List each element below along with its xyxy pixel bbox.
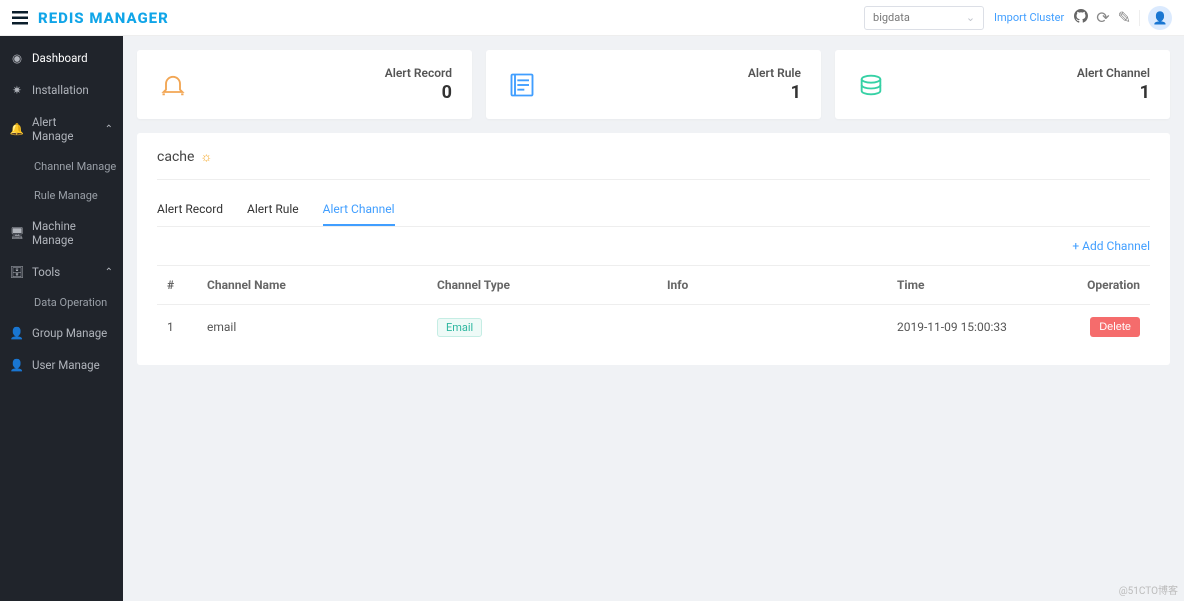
list-box-icon: [506, 69, 538, 101]
table-header-row: # Channel Name Channel Type Info Time Op…: [157, 266, 1150, 305]
tab-alert-record[interactable]: Alert Record: [157, 194, 223, 226]
card-label: Alert Channel: [1077, 66, 1150, 80]
import-cluster-link[interactable]: Import Cluster: [994, 11, 1064, 24]
table-row: 1 email Email 2019-11-09 15:00:33 Delete: [157, 305, 1150, 350]
col-channel-type: Channel Type: [427, 266, 657, 305]
card-alert-record: Alert Record 0: [137, 50, 472, 119]
alert-panel: cache ☼ Alert Record Alert Rule Alert Ch…: [137, 133, 1170, 365]
actions-row: + Add Channel: [157, 227, 1150, 265]
card-label: Alert Rule: [748, 66, 801, 80]
col-time: Time: [887, 266, 1050, 305]
divider: [1139, 10, 1140, 26]
coins-icon: [855, 69, 887, 101]
sidebar-item-data-operation[interactable]: Data Operation: [28, 288, 123, 317]
card-stat: Alert Rule 1: [748, 66, 801, 103]
sidebar-item-label: User Manage: [32, 358, 100, 372]
email-tag: Email: [437, 318, 482, 337]
stat-cards: Alert Record 0 Alert Rule 1 Alert Chan: [137, 50, 1170, 119]
sidebar-sub-tools: Data Operation: [0, 288, 123, 317]
sun-icon: ☼: [200, 149, 212, 165]
cell-index: 1: [157, 305, 197, 350]
cluster-selected-value: bigdata: [873, 11, 910, 24]
card-alert-channel: Alert Channel 1: [835, 50, 1170, 119]
tab-alert-rule[interactable]: Alert Rule: [247, 194, 299, 226]
header-right: bigdata ⌄ Import Cluster ⟳ ✎ 👤: [864, 6, 1172, 30]
sidebar-item-label: Alert Manage: [32, 115, 97, 143]
chevron-down-icon: ⌄: [966, 11, 975, 24]
sidebar-item-group-manage[interactable]: 👤 Group Manage: [0, 317, 123, 349]
cell-channel-type: Email: [427, 305, 657, 350]
layout: ◉ Dashboard ✷ Installation 🔔 Alert Manag…: [0, 36, 1184, 601]
bell-ring-icon: [157, 69, 189, 101]
sidebar-sub-alert: Channel Manage Rule Manage: [0, 152, 123, 210]
cell-time: 2019-11-09 15:00:33: [887, 305, 1050, 350]
sidebar-item-installation[interactable]: ✷ Installation: [0, 74, 123, 106]
card-value: 1: [1077, 82, 1150, 103]
tab-alert-channel[interactable]: Alert Channel: [323, 194, 395, 226]
watermark: @51CTO博客: [1119, 582, 1178, 597]
header-icons: ⟳ ✎ 👤: [1074, 6, 1172, 30]
refresh-icon[interactable]: ⟳: [1096, 8, 1109, 27]
cell-operation: Delete: [1050, 305, 1150, 350]
menu-toggle[interactable]: [12, 11, 28, 25]
card-stat: Alert Channel 1: [1077, 66, 1150, 103]
add-channel-button[interactable]: + Add Channel: [1072, 239, 1150, 253]
divider: [157, 179, 1150, 180]
card-value: 0: [385, 82, 452, 103]
cell-channel-name: email: [197, 305, 427, 350]
header: REDIS MANAGER bigdata ⌄ Import Cluster ⟳…: [0, 0, 1184, 36]
sidebar-item-dashboard[interactable]: ◉ Dashboard: [0, 42, 123, 74]
sidebar-item-channel-manage[interactable]: Channel Manage: [28, 152, 123, 181]
toolbox-icon: 🗄: [10, 265, 24, 279]
channel-table: # Channel Name Channel Type Info Time Op…: [157, 265, 1150, 349]
card-label: Alert Record: [385, 66, 452, 80]
cluster-select[interactable]: bigdata ⌄: [864, 6, 984, 30]
sidebar-item-label: Tools: [32, 265, 60, 279]
brand-logo: REDIS MANAGER: [38, 9, 169, 27]
bell-icon: 🔔: [10, 122, 24, 136]
card-stat: Alert Record 0: [385, 66, 452, 103]
sidebar-item-label: Machine Manage: [32, 219, 113, 247]
chevron-up-icon: ⌃: [105, 124, 113, 135]
dashboard-icon: ◉: [10, 51, 24, 65]
panel-title: cache ☼: [157, 149, 1150, 165]
col-channel-name: Channel Name: [197, 266, 427, 305]
cell-info: [657, 305, 887, 350]
col-index: #: [157, 266, 197, 305]
plus-icon: +: [1072, 239, 1082, 253]
card-value: 1: [748, 82, 801, 103]
col-operation: Operation: [1050, 266, 1150, 305]
sidebar-item-label: Installation: [32, 83, 89, 97]
github-icon[interactable]: [1074, 8, 1088, 27]
col-info: Info: [657, 266, 887, 305]
chevron-up-icon: ⌃: [105, 267, 113, 278]
tabs: Alert Record Alert Rule Alert Channel: [157, 194, 1150, 227]
sidebar-item-machine-manage[interactable]: 🖥 Machine Manage: [0, 210, 123, 256]
sidebar-item-label: Dashboard: [32, 51, 88, 65]
sidebar-item-tools[interactable]: 🗄 Tools ⌃: [0, 256, 123, 288]
avatar[interactable]: 👤: [1148, 6, 1172, 30]
card-alert-rule: Alert Rule 1: [486, 50, 821, 119]
user-outline-icon: 👤: [10, 358, 24, 372]
sidebar-item-user-manage[interactable]: 👤 User Manage: [0, 349, 123, 381]
edit-icon[interactable]: ✎: [1118, 8, 1131, 27]
sidebar-item-label: Group Manage: [32, 326, 107, 340]
sidebar-item-alert-manage[interactable]: 🔔 Alert Manage ⌃: [0, 106, 123, 152]
main-content: Alert Record 0 Alert Rule 1 Alert Chan: [123, 36, 1184, 601]
panel-title-text: cache: [157, 149, 194, 165]
delete-button[interactable]: Delete: [1090, 317, 1140, 337]
add-channel-label: Add Channel: [1082, 239, 1150, 253]
sidebar-item-rule-manage[interactable]: Rule Manage: [28, 181, 123, 210]
user-icon: 👤: [10, 326, 24, 340]
monitor-icon: 🖥: [10, 226, 24, 240]
hamburger-icon: [12, 11, 28, 25]
sidebar: ◉ Dashboard ✷ Installation 🔔 Alert Manag…: [0, 36, 123, 601]
deploy-icon: ✷: [10, 83, 24, 97]
